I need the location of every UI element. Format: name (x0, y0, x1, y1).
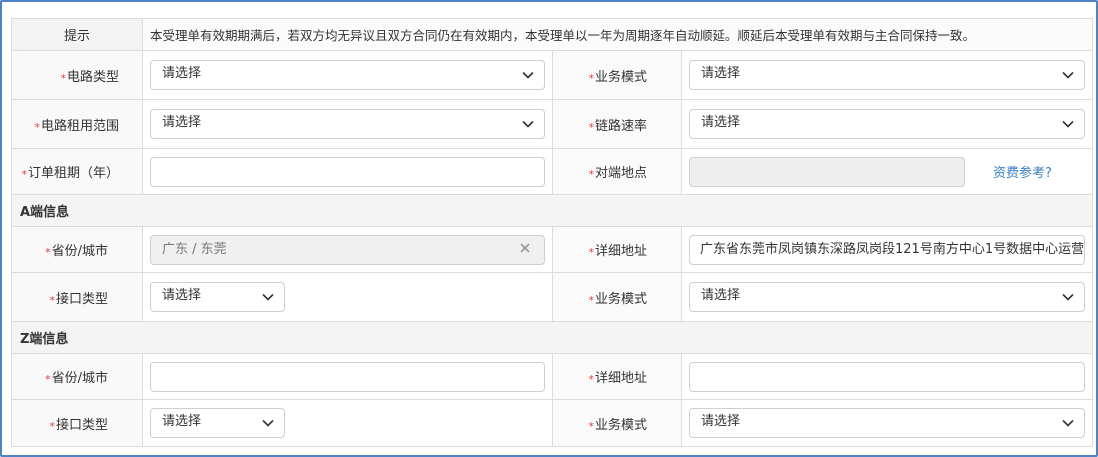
z-interface-select[interactable]: 请选择 (150, 408, 285, 438)
a-mode-select[interactable]: 请选择 (689, 282, 1085, 312)
order-term-input[interactable] (150, 156, 545, 187)
tariff-reference-link[interactable]: 资费参考? (993, 162, 1052, 181)
required-mark: * (60, 71, 66, 85)
a-address-input[interactable]: 广东省东莞市凤岗镇东深路凤岗段121号南方中心1号数据中心运营 (689, 234, 1085, 265)
section-row: A端信息 (11, 194, 1093, 227)
form-row: *省份/城市 广东 / 东莞 *详细地址 广东省东莞市凤岗镇东深路凤岗段121号… (11, 226, 1093, 273)
form-row: *接口类型 请选择 *业务模式 请选择 (11, 272, 1093, 322)
form-row: *电路类型 请选择 *业务模式 请选择 (11, 50, 1093, 100)
remote-site-label: *对端地点 (552, 148, 682, 195)
link-rate-label: *链路速率 (552, 99, 682, 149)
form-panel: 提示 本受理单有效期期满后，若双方均无异议且双方合同仍在有效期内，本受理单以一年… (0, 0, 1098, 457)
z-address-label: *详细地址 (552, 353, 682, 400)
a-interface-label: *接口类型 (11, 272, 143, 322)
circuit-type-select[interactable]: 请选择 (150, 60, 545, 90)
tip-row: 提示 本受理单有效期期满后，若双方均无异议且双方合同仍在有效期内，本受理单以一年… (11, 18, 1093, 51)
order-form: 提示 本受理单有效期期满后，若双方均无异议且双方合同仍在有效期内，本受理单以一年… (11, 18, 1093, 447)
chevron-down-icon (1062, 120, 1074, 128)
link-rate-select[interactable]: 请选择 (689, 109, 1085, 139)
chevron-down-icon (262, 419, 274, 427)
form-row: *电路租用范围 请选择 *链路速率 请选择 (11, 99, 1093, 149)
chevron-down-icon (1062, 419, 1074, 427)
z-province-label: *省份/城市 (11, 353, 143, 400)
remote-site-input (689, 156, 965, 187)
tip-label: 提示 (11, 18, 143, 51)
z-interface-label: *接口类型 (11, 399, 143, 447)
form-row: *订单租期（年） *对端地点 资费参考? (11, 148, 1093, 195)
circuit-scope-select[interactable]: 请选择 (150, 109, 545, 139)
form-row: *接口类型 请选择 *业务模式 请选择 (11, 399, 1093, 447)
circuit-scope-label: *电路租用范围 (11, 99, 143, 149)
close-icon[interactable] (520, 242, 530, 253)
order-term-label: *订单租期（年） (11, 148, 143, 195)
z-address-input[interactable] (689, 361, 1085, 392)
business-mode-label: *业务模式 (552, 50, 682, 100)
circuit-type-label: *电路类型 (11, 50, 143, 100)
section-row: Z端信息 (11, 321, 1093, 354)
tip-text: 本受理单有效期期满后，若双方均无异议且双方合同仍在有效期内，本受理单以一年为周期… (142, 18, 1093, 51)
z-mode-select[interactable]: 请选择 (689, 408, 1085, 438)
a-end-section-title: A端信息 (11, 194, 1093, 227)
a-address-label: *详细地址 (552, 226, 682, 273)
chevron-down-icon (1062, 293, 1074, 301)
chevron-down-icon (1062, 71, 1074, 79)
chevron-down-icon (522, 71, 534, 79)
a-province-label: *省份/城市 (11, 226, 143, 273)
a-province-cascader[interactable]: 广东 / 东莞 (150, 234, 545, 265)
chevron-down-icon (522, 120, 534, 128)
chevron-down-icon (262, 293, 274, 301)
z-province-input[interactable] (150, 361, 545, 392)
a-interface-select[interactable]: 请选择 (150, 282, 285, 312)
business-mode-select[interactable]: 请选择 (689, 60, 1085, 90)
form-row: *省份/城市 *详细地址 (11, 353, 1093, 400)
a-mode-label: *业务模式 (552, 272, 682, 322)
z-end-section-title: Z端信息 (11, 321, 1093, 354)
z-mode-label: *业务模式 (552, 399, 682, 447)
